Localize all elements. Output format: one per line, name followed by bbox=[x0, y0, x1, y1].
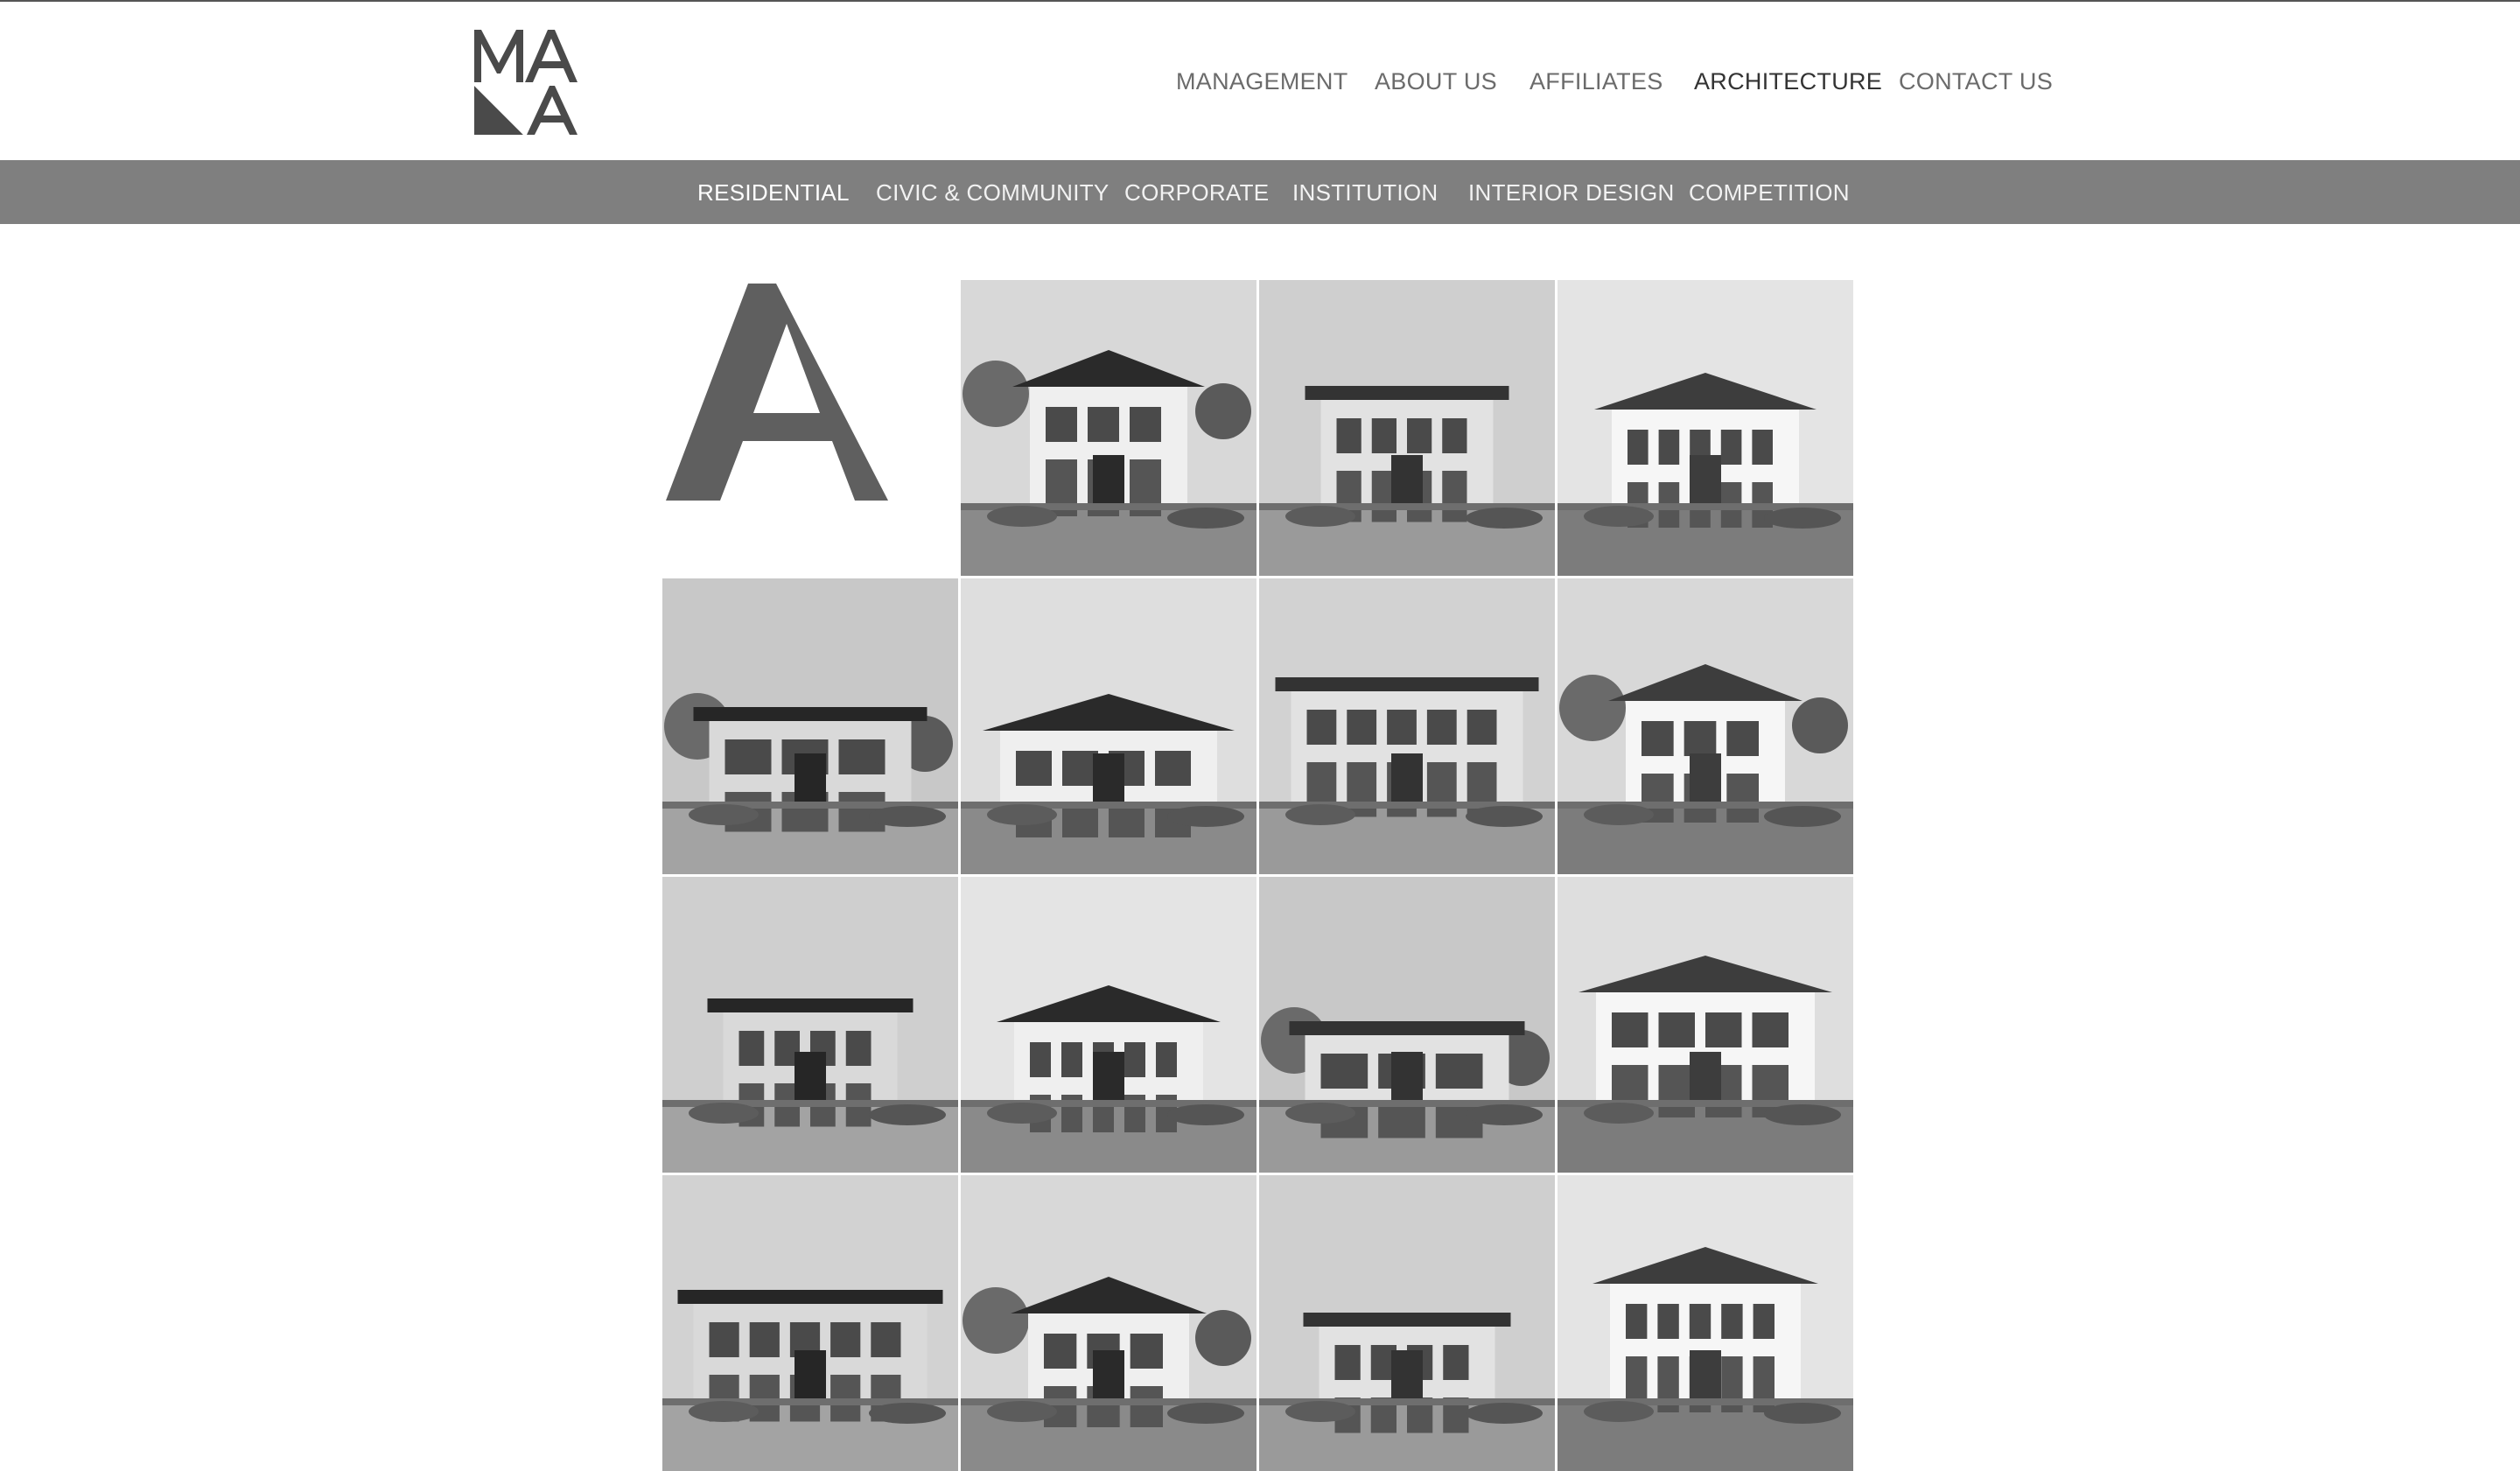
nav-affiliates[interactable]: AFFILIATES bbox=[1530, 68, 1663, 95]
photo-image bbox=[1259, 578, 1555, 874]
subnav-corporate[interactable]: CORPORATE bbox=[1124, 179, 1269, 207]
photo-image bbox=[961, 1175, 1256, 1471]
subnav-interior-design[interactable]: INTERIOR DESIGN bbox=[1468, 179, 1675, 207]
nav-management[interactable]: MANAGEMENT bbox=[1176, 68, 1348, 95]
gallery-photo-columned-porch-entry[interactable] bbox=[1259, 280, 1555, 576]
gallery-photo-white-modern-house-with-plants[interactable] bbox=[1259, 877, 1555, 1173]
photo-image bbox=[1259, 280, 1555, 576]
gallery-photo-house-with-tree[interactable] bbox=[1259, 1175, 1555, 1471]
gallery-photo-flat-roof-house[interactable] bbox=[662, 1175, 958, 1471]
subnav-competition[interactable]: COMPETITION bbox=[1689, 179, 1850, 207]
subnav-residential[interactable]: RESIDENTIAL bbox=[697, 179, 850, 207]
photo-image bbox=[1259, 877, 1555, 1173]
photo-image bbox=[1558, 578, 1853, 874]
gallery-photo-modern-cantilever-house[interactable] bbox=[961, 1175, 1256, 1471]
letter-a-mark: A bbox=[666, 284, 888, 501]
main-nav: MANAGEMENT ABOUT US AFFILIATES ARCHITECT… bbox=[0, 68, 2520, 103]
photo-image bbox=[662, 877, 958, 1173]
gallery-photo-modern-house-driveway[interactable] bbox=[662, 877, 958, 1173]
photo-image bbox=[1558, 877, 1853, 1173]
gallery-photo-two-storey-house-with-gate[interactable] bbox=[1558, 280, 1853, 576]
gallery-initial-tile: A bbox=[662, 280, 958, 576]
gallery-photo-hip-roof-house[interactable] bbox=[1558, 1175, 1853, 1471]
photo-image bbox=[662, 578, 958, 874]
photo-image bbox=[961, 877, 1256, 1173]
subnav-civic-community[interactable]: CIVIC & COMMUNITY bbox=[876, 179, 1110, 207]
nav-architecture[interactable]: ARCHITECTURE bbox=[1694, 68, 1882, 95]
gallery-photo-glass-facade-house[interactable] bbox=[662, 578, 958, 874]
gallery-photo-mediterranean-house-with-garden[interactable] bbox=[961, 578, 1256, 874]
gallery-photo-resort-building-walkway[interactable] bbox=[1259, 578, 1555, 874]
nav-contact-us[interactable]: CONTACT US bbox=[1899, 68, 2053, 95]
nav-about-us[interactable]: ABOUT US bbox=[1375, 68, 1497, 95]
site-header: MANAGEMENT ABOUT US AFFILIATES ARCHITECT… bbox=[0, 2, 2520, 159]
photo-image bbox=[1558, 1175, 1853, 1471]
photo-image bbox=[1558, 280, 1853, 576]
photo-image bbox=[961, 280, 1256, 576]
gallery-photo-modern-entrance-canopy[interactable] bbox=[961, 280, 1256, 576]
photo-image bbox=[1259, 1175, 1555, 1471]
gallery-photo-house-with-dark-garage[interactable] bbox=[961, 877, 1256, 1173]
photo-image bbox=[961, 578, 1256, 874]
gallery-photo-pergola-garden-house[interactable] bbox=[1558, 578, 1853, 874]
photo-image bbox=[662, 1175, 958, 1471]
gallery-photo-bungalow-with-car[interactable] bbox=[1558, 877, 1853, 1173]
category-subnav: RESIDENTIAL CIVIC & COMMUNITY CORPORATE … bbox=[0, 160, 2520, 224]
subnav-institution[interactable]: INSTITUTION bbox=[1292, 179, 1438, 207]
